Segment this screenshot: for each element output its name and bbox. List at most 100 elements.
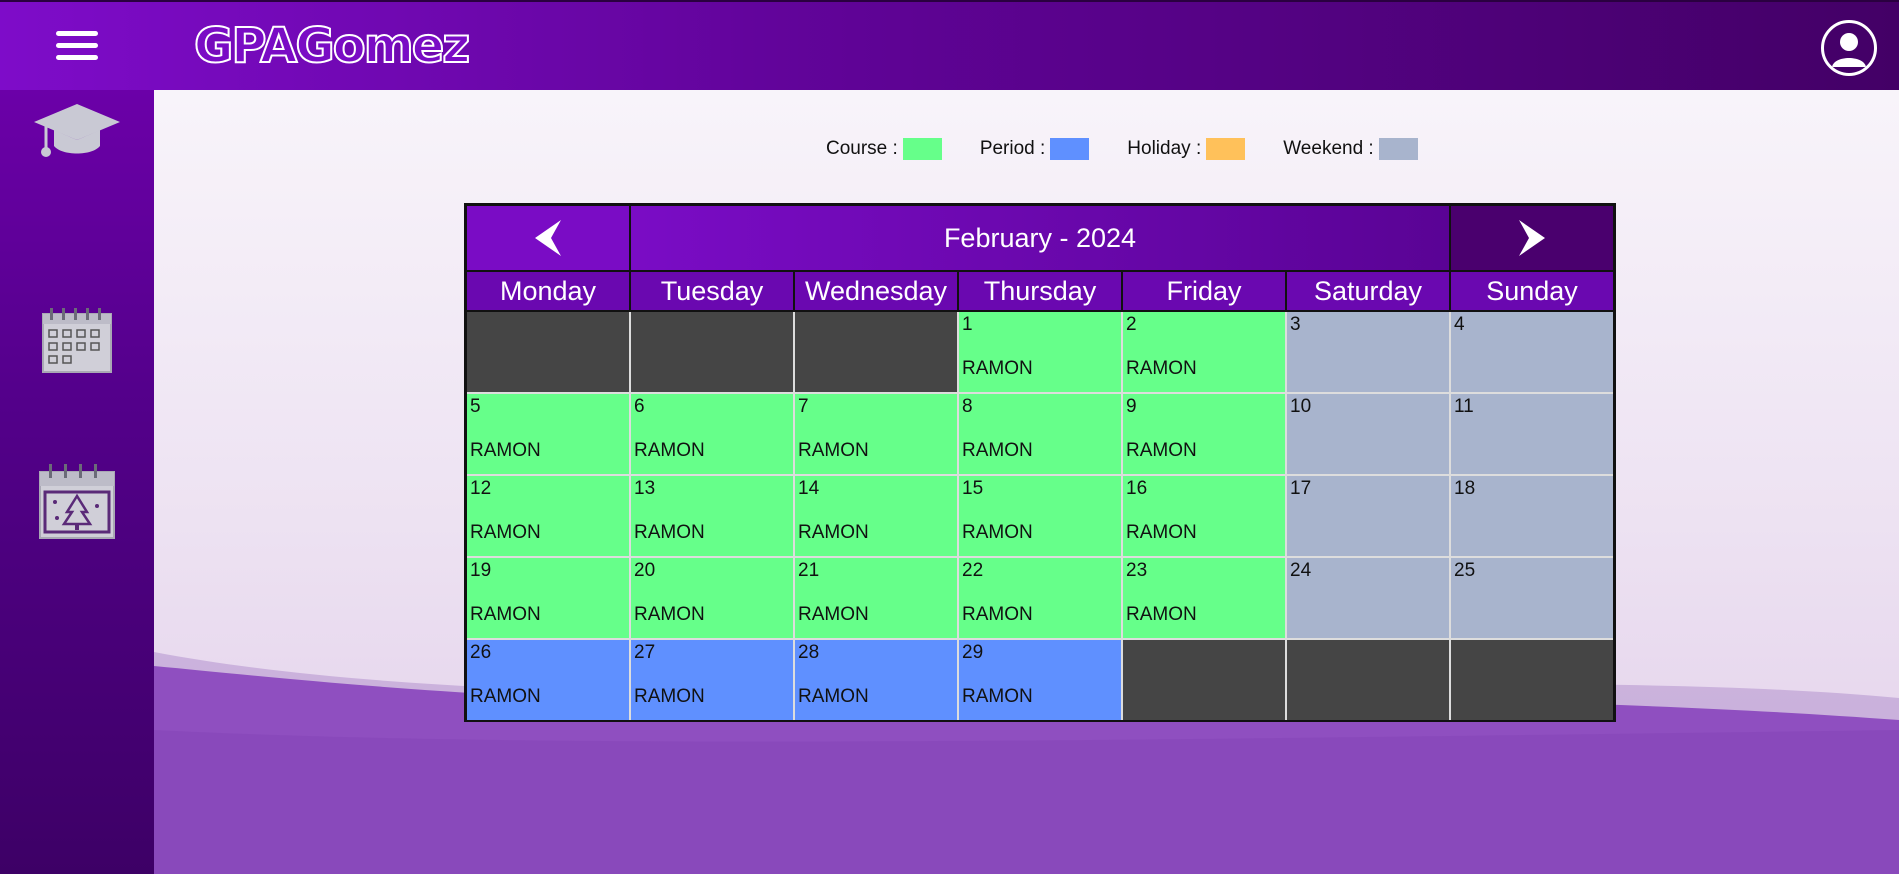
legend-weekend-swatch [1378, 138, 1418, 160]
calendar-day-cell[interactable]: 23 RAMON [1123, 558, 1285, 638]
weekday-friday: Friday [1123, 272, 1285, 310]
day-number: 16 [1126, 478, 1148, 499]
day-number: 11 [1454, 396, 1474, 417]
calendar-day-cell[interactable]: 21 RAMON [795, 558, 957, 638]
prev-month-button[interactable] [467, 206, 629, 270]
calendar-day-cell[interactable]: 5 RAMON [467, 394, 629, 474]
calendar-day-cell[interactable]: 3 [1287, 312, 1449, 392]
day-assignee: RAMON [1126, 358, 1197, 379]
top-bar: GPAGomez [0, 0, 1899, 90]
day-assignee: RAMON [798, 522, 869, 543]
chevron-left-icon [535, 220, 561, 256]
calendar-day-cell[interactable]: 7 RAMON [795, 394, 957, 474]
day-number: 28 [798, 642, 820, 663]
day-number: 2 [1126, 314, 1137, 335]
day-number: 17 [1290, 478, 1312, 499]
weekday-sunday: Sunday [1451, 272, 1613, 310]
day-assignee: RAMON [634, 522, 705, 543]
graduation-cap-icon[interactable] [0, 102, 154, 166]
calendar-empty-cell [795, 312, 957, 392]
holiday-calendar-icon[interactable] [0, 462, 154, 540]
calendar-day-cell[interactable]: 20 RAMON [631, 558, 793, 638]
day-assignee: RAMON [470, 604, 541, 625]
day-number: 4 [1454, 314, 1465, 335]
calendar-empty-cell [1451, 640, 1613, 720]
calendar-day-cell[interactable]: 9 RAMON [1123, 394, 1285, 474]
day-assignee: RAMON [798, 686, 869, 707]
calendar-day-cell[interactable]: 25 [1451, 558, 1613, 638]
calendar-day-cell[interactable]: 15 RAMON [959, 476, 1121, 556]
calendar-day-cell[interactable]: 13 RAMON [631, 476, 793, 556]
day-number: 5 [470, 396, 481, 417]
legend-holiday-label: Holiday : [1127, 138, 1202, 159]
calendar-empty-cell [467, 312, 629, 392]
weekday-tuesday: Tuesday [631, 272, 793, 310]
calendar-day-cell[interactable]: 8 RAMON [959, 394, 1121, 474]
calendar-day-cell[interactable]: 17 [1287, 476, 1449, 556]
day-assignee: RAMON [798, 440, 869, 461]
app-logo[interactable]: GPAGomez [193, 16, 471, 76]
legend-holiday: Holiday : [1127, 138, 1246, 160]
calendar-day-cell[interactable]: 12 RAMON [467, 476, 629, 556]
hamburger-menu-icon[interactable] [56, 31, 98, 65]
calendar-empty-cell [631, 312, 793, 392]
day-assignee: RAMON [470, 522, 541, 543]
calendar-day-cell[interactable]: 16 RAMON [1123, 476, 1285, 556]
calendar-checklist-icon[interactable] [0, 306, 154, 374]
calendar-day-cell[interactable]: 1 RAMON [959, 312, 1121, 392]
day-number: 14 [798, 478, 820, 499]
calendar-day-cell[interactable]: 28 RAMON [795, 640, 957, 720]
legend-course-swatch [902, 138, 942, 160]
day-number: 21 [798, 560, 820, 581]
calendar-day-cell[interactable]: 26 RAMON [467, 640, 629, 720]
weekday-saturday: Saturday [1287, 272, 1449, 310]
day-number: 15 [962, 478, 984, 499]
calendar-day-cell[interactable]: 27 RAMON [631, 640, 793, 720]
legend-period: Period : [979, 138, 1090, 160]
day-assignee: RAMON [962, 604, 1033, 625]
day-assignee: RAMON [470, 440, 541, 461]
calendar-day-cell[interactable]: 2 RAMON [1123, 312, 1285, 392]
day-number: 20 [634, 560, 656, 581]
calendar-day-cell[interactable]: 29 RAMON [959, 640, 1121, 720]
day-number: 22 [962, 560, 984, 581]
day-assignee: RAMON [634, 686, 705, 707]
day-number: 23 [1126, 560, 1148, 581]
day-number: 9 [1126, 396, 1137, 417]
day-assignee: RAMON [634, 604, 705, 625]
legend-course-label: Course : [826, 138, 898, 159]
legend-weekend-label: Weekend : [1283, 138, 1374, 159]
day-assignee: RAMON [962, 686, 1033, 707]
legend-period-label: Period : [979, 138, 1046, 159]
day-number: 24 [1290, 560, 1312, 581]
user-avatar-icon[interactable] [1821, 20, 1877, 76]
calendar-day-cell[interactable]: 10 [1287, 394, 1449, 474]
day-number: 1 [962, 314, 973, 335]
day-number: 13 [634, 478, 656, 499]
calendar-day-cell[interactable]: 22 RAMON [959, 558, 1121, 638]
legend-period-swatch [1050, 138, 1090, 160]
calendar-day-cell[interactable]: 6 RAMON [631, 394, 793, 474]
next-month-button[interactable] [1451, 206, 1613, 270]
day-assignee: RAMON [798, 604, 869, 625]
calendar-grid: 1 RAMON 2 RAMON 3 4 5 RAMON 6 RAMON 7 RAMON 8 RAMON 9 R… [467, 312, 1613, 720]
calendar-day-cell[interactable]: 24 [1287, 558, 1449, 638]
calendar-day-cell[interactable]: 18 [1451, 476, 1613, 556]
main-content: Course : Period : Holiday : Weekend : Fe… [154, 90, 1899, 874]
calendar-day-cell[interactable]: 11 [1451, 394, 1613, 474]
legend-course: Course : [826, 138, 942, 160]
calendar: February - 2024 Monday Tuesday Wednesday… [464, 203, 1616, 722]
legend-weekend: Weekend : [1283, 138, 1418, 160]
calendar-day-cell[interactable]: 19 RAMON [467, 558, 629, 638]
day-number: 12 [470, 478, 492, 499]
calendar-header: February - 2024 [467, 206, 1613, 270]
day-assignee: RAMON [1126, 604, 1197, 625]
weekday-header: Monday Tuesday Wednesday Thursday Friday… [467, 272, 1613, 310]
day-assignee: RAMON [962, 440, 1033, 461]
calendar-day-cell[interactable]: 4 [1451, 312, 1613, 392]
legend: Course : Period : Holiday : Weekend : [826, 138, 1456, 160]
calendar-day-cell[interactable]: 14 RAMON [795, 476, 957, 556]
day-number: 18 [1454, 478, 1476, 499]
calendar-empty-cell [1287, 640, 1449, 720]
day-number: 10 [1290, 396, 1312, 417]
